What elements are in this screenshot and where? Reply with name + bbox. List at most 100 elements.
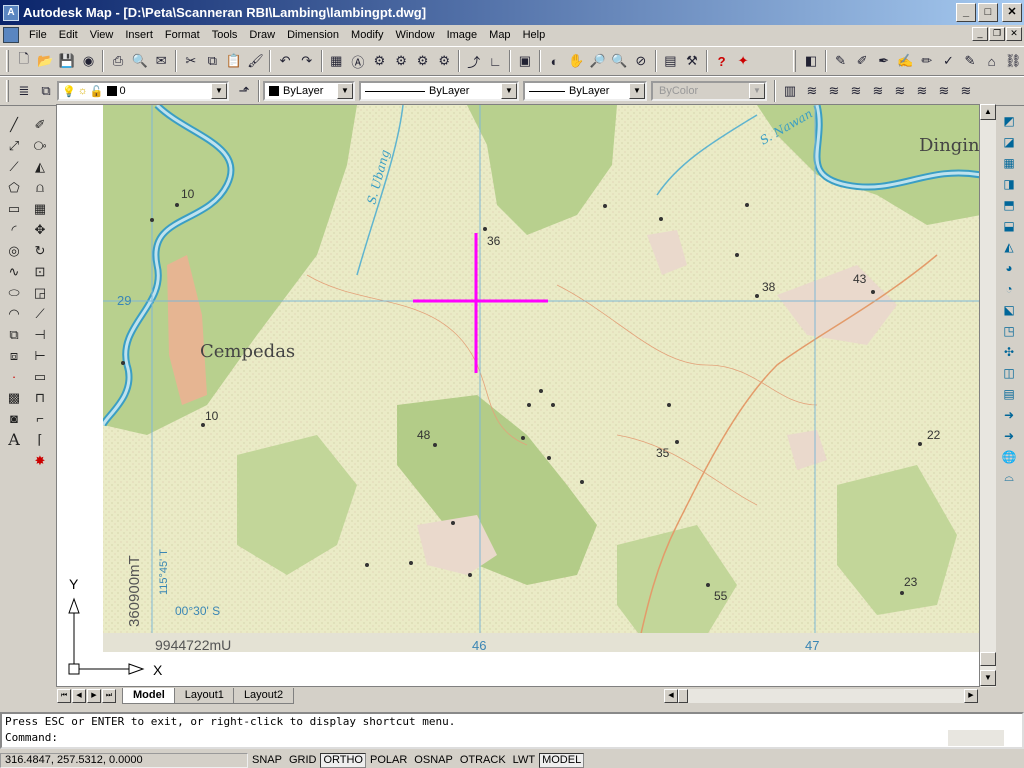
osnap-toggle[interactable]: OSNAP	[411, 753, 456, 768]
point-icon[interactable]: ·	[2, 366, 26, 387]
tab-next-icon[interactable]: ▶	[87, 689, 101, 703]
paste-icon[interactable]: 📋	[223, 50, 245, 72]
map-theme-3-icon[interactable]: ≋	[845, 80, 867, 102]
command-scrollbar[interactable]	[948, 730, 1004, 746]
menu-image[interactable]: Image	[441, 26, 484, 44]
command-prompt[interactable]: Command:	[2, 730, 1022, 746]
coordinate-readout[interactable]: 316.4847, 257.5312, 0.0000	[0, 752, 248, 768]
map-theme-7-icon[interactable]: ≋	[933, 80, 955, 102]
web-icon[interactable]: ◉	[78, 50, 100, 72]
scale-icon[interactable]: ⊡	[28, 261, 52, 282]
join-icon[interactable]: ⊓	[28, 387, 52, 408]
ucs-icon[interactable]: ⤴	[463, 50, 485, 72]
toolbar-grip[interactable]	[6, 80, 9, 102]
map-edit-4-icon[interactable]: ✍	[894, 50, 916, 72]
scroll-left-icon[interactable]: ◀	[664, 689, 678, 703]
otrack-toggle[interactable]: OTRACK	[457, 753, 509, 768]
stretch-icon[interactable]: ◲	[28, 282, 52, 303]
ucs-axis-icon[interactable]: ∟	[485, 50, 507, 72]
menu-tools[interactable]: Tools	[206, 26, 244, 44]
map-theme-1-icon[interactable]: ≋	[801, 80, 823, 102]
print-preview-icon[interactable]: 🔍	[129, 50, 151, 72]
doc-close-button[interactable]: ✕	[1006, 27, 1022, 41]
tool-palette-icon[interactable]: ⚒	[681, 50, 703, 72]
color-combo[interactable]: ByLayer ▼	[263, 81, 355, 101]
scroll-thumb[interactable]	[678, 689, 688, 703]
redo-icon[interactable]: ↷	[296, 50, 318, 72]
map-edit-2-icon[interactable]: ✐	[851, 50, 873, 72]
properties-icon[interactable]: ▤	[660, 50, 682, 72]
map-query-3-icon[interactable]: ▦	[998, 152, 1020, 173]
erase-icon[interactable]: ✐	[28, 114, 52, 135]
map-edit-5-icon[interactable]: ✏	[916, 50, 938, 72]
help-icon[interactable]: ?	[711, 50, 733, 72]
scroll-right-icon[interactable]: ▶	[964, 689, 978, 703]
map-dome-icon[interactable]: ⌓	[998, 467, 1020, 488]
menu-window[interactable]: Window	[389, 26, 440, 44]
tab-layout1[interactable]: Layout1	[173, 688, 235, 704]
model-toggle[interactable]: MODEL	[539, 752, 585, 768]
make-block-icon[interactable]: ⧈	[2, 345, 26, 366]
mirror-icon[interactable]: ◭	[28, 156, 52, 177]
globe-icon[interactable]: 🌐	[998, 446, 1020, 467]
copy-icon[interactable]: ⧉	[202, 50, 224, 72]
open-folder-icon[interactable]: 📂	[35, 50, 57, 72]
toolbar-grip[interactable]	[793, 50, 797, 72]
map-tag-icon[interactable]: ⌂	[981, 50, 1003, 72]
map-help-icon[interactable]: ✦	[732, 50, 754, 72]
map-edit-6-icon[interactable]: ✓	[938, 50, 960, 72]
hatch-icon[interactable]: ▩	[2, 387, 26, 408]
linetype-combo[interactable]: ByLayer ▼	[359, 81, 519, 101]
drawing-area[interactable]: Cempedas Dingin S. Ubang S. Nawan 10 36 …	[56, 104, 980, 687]
rotate-icon[interactable]: ↻	[28, 240, 52, 261]
map-query-5-icon[interactable]: ⬒	[998, 194, 1020, 215]
snap-toggle[interactable]: SNAP	[249, 753, 285, 768]
map-query-13-icon[interactable]: ◫	[998, 362, 1020, 383]
trim-icon[interactable]: ⊣	[28, 324, 52, 345]
horizontal-scrollbar[interactable]: ◀ ▶	[664, 689, 978, 703]
map-theme-2-icon[interactable]: ≋	[823, 80, 845, 102]
region-icon[interactable]: ◙	[2, 408, 26, 429]
polyline-icon[interactable]: ⟋	[2, 156, 26, 177]
undo-icon[interactable]: ↶	[274, 50, 296, 72]
map-query-15-icon[interactable]: ➜	[998, 404, 1020, 425]
circle-icon[interactable]: ◎	[2, 240, 26, 261]
3d-orbit-icon[interactable]: ◐	[544, 50, 566, 72]
map-tool-4-icon[interactable]: ⚙	[433, 50, 455, 72]
tab-first-icon[interactable]: ⏮	[57, 689, 71, 703]
line-icon[interactable]: ╱	[2, 114, 26, 135]
chevron-down-icon[interactable]: ▼	[211, 83, 227, 99]
chevron-down-icon[interactable]: ▼	[337, 83, 353, 99]
autodesk-map-icon[interactable]: A	[3, 4, 19, 21]
map-query-10-icon[interactable]: ⬕	[998, 299, 1020, 320]
map-query-2-icon[interactable]: ◪	[998, 131, 1020, 152]
menu-map[interactable]: Map	[483, 26, 516, 44]
map-tool-1-icon[interactable]: ⚙	[369, 50, 391, 72]
copy-object-icon[interactable]: ⧂	[28, 135, 52, 156]
draw-order-icon[interactable]: ◧	[800, 50, 822, 72]
map-query-6-icon[interactable]: ⬓	[998, 215, 1020, 236]
save-icon[interactable]: 💾	[56, 50, 78, 72]
insert-block-icon[interactable]: ⧉	[2, 324, 26, 345]
multiline-text-icon[interactable]: A	[2, 429, 26, 450]
pan-icon[interactable]: ✋	[565, 50, 587, 72]
map-query-14-icon[interactable]: ▤	[998, 383, 1020, 404]
new-file-icon[interactable]: 🗋	[13, 50, 35, 72]
map-edit-3-icon[interactable]: ✒	[873, 50, 895, 72]
tab-model[interactable]: Model	[122, 688, 176, 704]
menu-edit[interactable]: Edit	[53, 26, 84, 44]
map-query-1-icon[interactable]: ◩	[998, 110, 1020, 131]
zoom-realtime-icon[interactable]: 🔎	[587, 50, 609, 72]
polygon-icon[interactable]: ⬠	[2, 177, 26, 198]
grid-toggle[interactable]: GRID	[286, 753, 320, 768]
map-theme-4-icon[interactable]: ≋	[867, 80, 889, 102]
document-icon[interactable]	[3, 27, 19, 43]
map-theme-8-icon[interactable]: ≋	[955, 80, 977, 102]
menu-file[interactable]: File	[23, 26, 53, 44]
chevron-down-icon[interactable]: ▼	[629, 83, 645, 99]
construction-line-icon[interactable]: ⤢	[2, 135, 26, 156]
layer-previous-icon[interactable]: ⬏	[233, 80, 255, 102]
menu-dimension[interactable]: Dimension	[281, 26, 345, 44]
offset-icon[interactable]: ⩍	[28, 177, 52, 198]
break-icon[interactable]: ▭	[28, 366, 52, 387]
